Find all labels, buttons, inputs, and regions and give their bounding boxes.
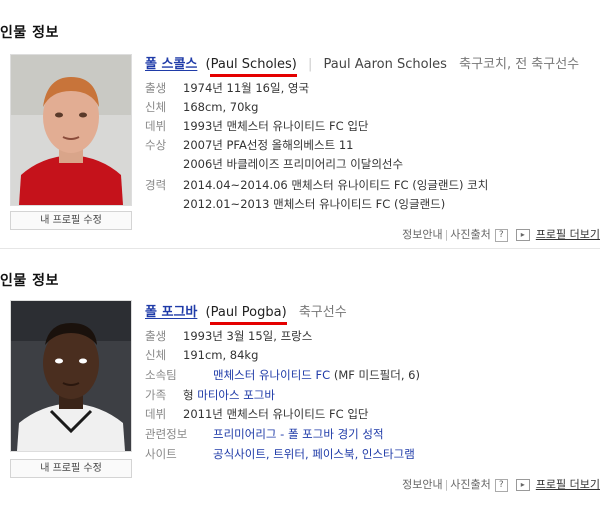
english-name: (Paul Scholes) (206, 57, 297, 77)
photo-source-link[interactable]: 사진출처 (450, 228, 490, 241)
profile-photo-pogba[interactable] (10, 300, 132, 452)
edit-profile-button[interactable]: 내 프로필 수정 (10, 211, 132, 230)
separator: | (308, 57, 313, 72)
person-name-link[interactable]: 폴 포그바 (145, 305, 197, 320)
related-info-link[interactable]: 프리미어리그 - 폴 포그바 경기 성적 (213, 427, 384, 441)
info-guide-link[interactable]: 정보안내 (402, 228, 442, 241)
person-name-line: 폴 포그바 (Paul Pogba) 축구선수 (145, 301, 347, 325)
info-row-birth: 출생 1993년 3월 15일, 프랑스 (145, 329, 313, 343)
info-row-body: 신체 191cm, 84kg (145, 348, 259, 362)
help-icon[interactable]: ? (494, 478, 508, 492)
info-row-awards-2: 2006년 바클레이즈 프리미어리그 이달의선수 (183, 157, 404, 171)
person-name-line: 폴 스콜스 (Paul Scholes) | Paul Aaron Schole… (145, 53, 580, 77)
more-icon: ▸ (515, 479, 530, 491)
more-profile-link[interactable]: 프로필 더보기 (536, 228, 600, 241)
occupation: 축구선수 (298, 305, 347, 320)
section-title: 인물 정보 (0, 273, 59, 289)
info-guide-link[interactable]: 정보안내 (402, 478, 442, 491)
sites-links[interactable]: 공식사이트, 트위터, 페이스북, 인스타그램 (213, 447, 415, 461)
more-profile-link[interactable]: 프로필 더보기 (536, 478, 600, 491)
info-row-debut: 데뷔 2011년 맨체스터 유나이티드 FC 입단 (145, 407, 369, 421)
more-icon: ▸ (515, 229, 530, 241)
section-title: 인물 정보 (0, 25, 59, 41)
info-row-related: 관련정보 프리미어리그 - 폴 포그바 경기 성적 (145, 427, 384, 441)
photo-source-link[interactable]: 사진출처 (450, 478, 490, 491)
info-row-team: 소속팀 맨체스터 유나이티드 FC (MF 미드필더, 6) (145, 368, 420, 382)
red-underline (209, 322, 287, 325)
help-icon[interactable]: ? (494, 228, 508, 242)
info-row-body: 신체 168cm, 70kg (145, 100, 259, 114)
info-row-career-2: 2012.01~2013 맨체스터 유나이티드 FC (잉글랜드) (183, 197, 446, 211)
edit-profile-button[interactable]: 내 프로필 수정 (10, 459, 132, 478)
section-divider (0, 248, 600, 249)
profile-photo-scholes[interactable] (10, 54, 132, 206)
info-row-family: 가족 형 마티아스 포그바 (145, 388, 275, 402)
card-footer: 정보안내 | 사진출처? ▸ 프로필 더보기 (402, 228, 600, 242)
red-underline (209, 74, 297, 77)
team-link[interactable]: 맨체스터 유나이티드 FC (213, 368, 330, 382)
info-row-debut: 데뷔 1993년 맨체스터 유나이티드 FC 입단 (145, 119, 369, 133)
occupation: 축구코치, 전 축구선수 (459, 57, 580, 72)
full-english-name: Paul Aaron Scholes (323, 57, 447, 72)
info-row-career: 경력 2014.04~2014.06 맨체스터 유나이티드 FC (잉글랜드) 코… (145, 178, 489, 192)
english-name: (Paul Pogba) (206, 305, 287, 325)
card-footer: 정보안내 | 사진출처? ▸ 프로필 더보기 (402, 478, 600, 492)
info-row-sites: 사이트 공식사이트, 트위터, 페이스북, 인스타그램 (145, 447, 415, 461)
info-row-birth: 출생 1974년 11월 16일, 영국 (145, 81, 310, 95)
family-link[interactable]: 마티아스 포그바 (197, 388, 275, 402)
info-row-awards: 수상 2007년 PFA선정 올해의베스트 11 (145, 138, 354, 152)
person-name-link[interactable]: 폴 스콜스 (145, 57, 197, 72)
